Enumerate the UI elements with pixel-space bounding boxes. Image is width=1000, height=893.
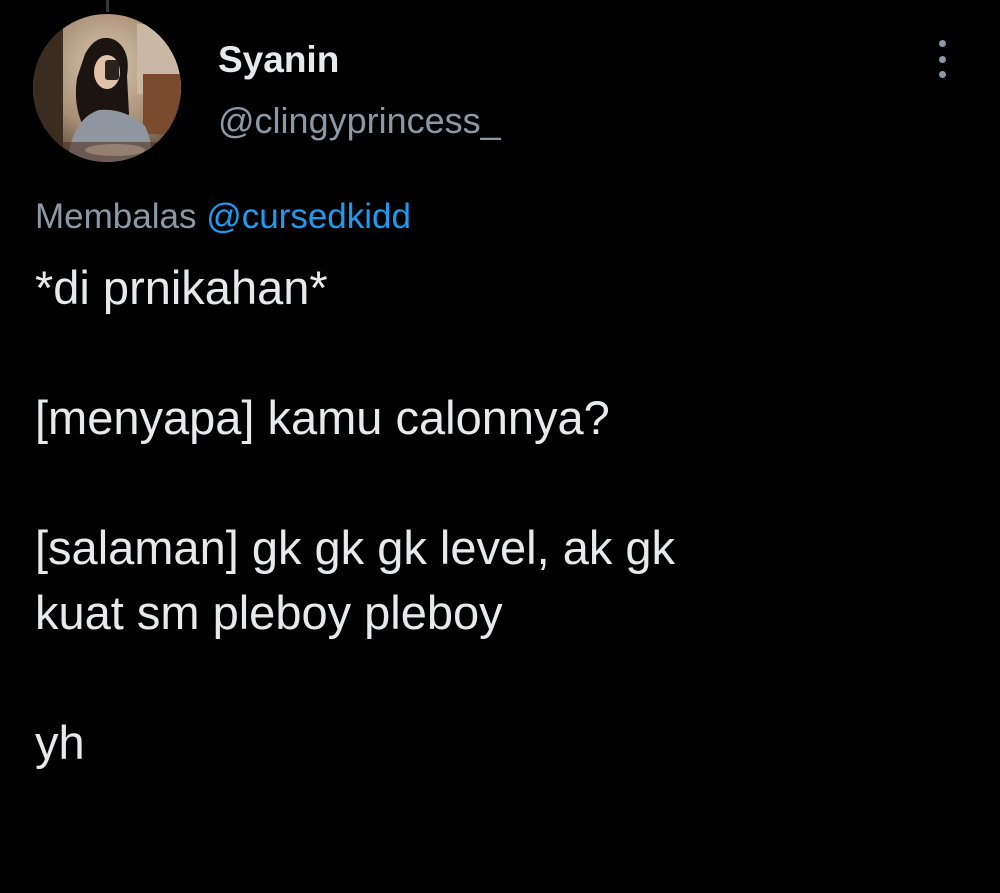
- avatar[interactable]: [33, 14, 181, 162]
- more-options-button[interactable]: [922, 36, 962, 82]
- reply-prefix: Membalas: [35, 197, 197, 236]
- profile-photo-icon: [33, 14, 181, 162]
- tweet-line: *di prnikahan*: [35, 261, 328, 314]
- tweet-line: [menyapa] kamu calonnya?: [35, 391, 610, 444]
- reply-context: Membalas @cursedkidd: [35, 195, 411, 239]
- more-vertical-icon: [938, 40, 946, 47]
- tweet-line: kuat sm pleboy pleboy: [35, 586, 503, 639]
- tweet-body: *di prnikahan* [menyapa] kamu calonnya? …: [35, 255, 975, 775]
- author-display-name[interactable]: Syanin: [218, 38, 339, 82]
- thread-connector-line: [106, 0, 109, 12]
- tweet-line: yh: [35, 716, 85, 769]
- more-vertical-icon-dot: [938, 55, 946, 63]
- tweet-blank-line: [35, 320, 975, 385]
- tweet-blank-line: [35, 450, 975, 515]
- tweet-line: [salaman] gk gk gk level, ak gk: [35, 521, 676, 574]
- author-handle[interactable]: @clingyprincess_: [218, 100, 501, 142]
- tweet-blank-line: [35, 645, 975, 710]
- reply-mention-link[interactable]: @cursedkidd: [206, 197, 411, 236]
- more-vertical-icon-dot: [938, 71, 946, 78]
